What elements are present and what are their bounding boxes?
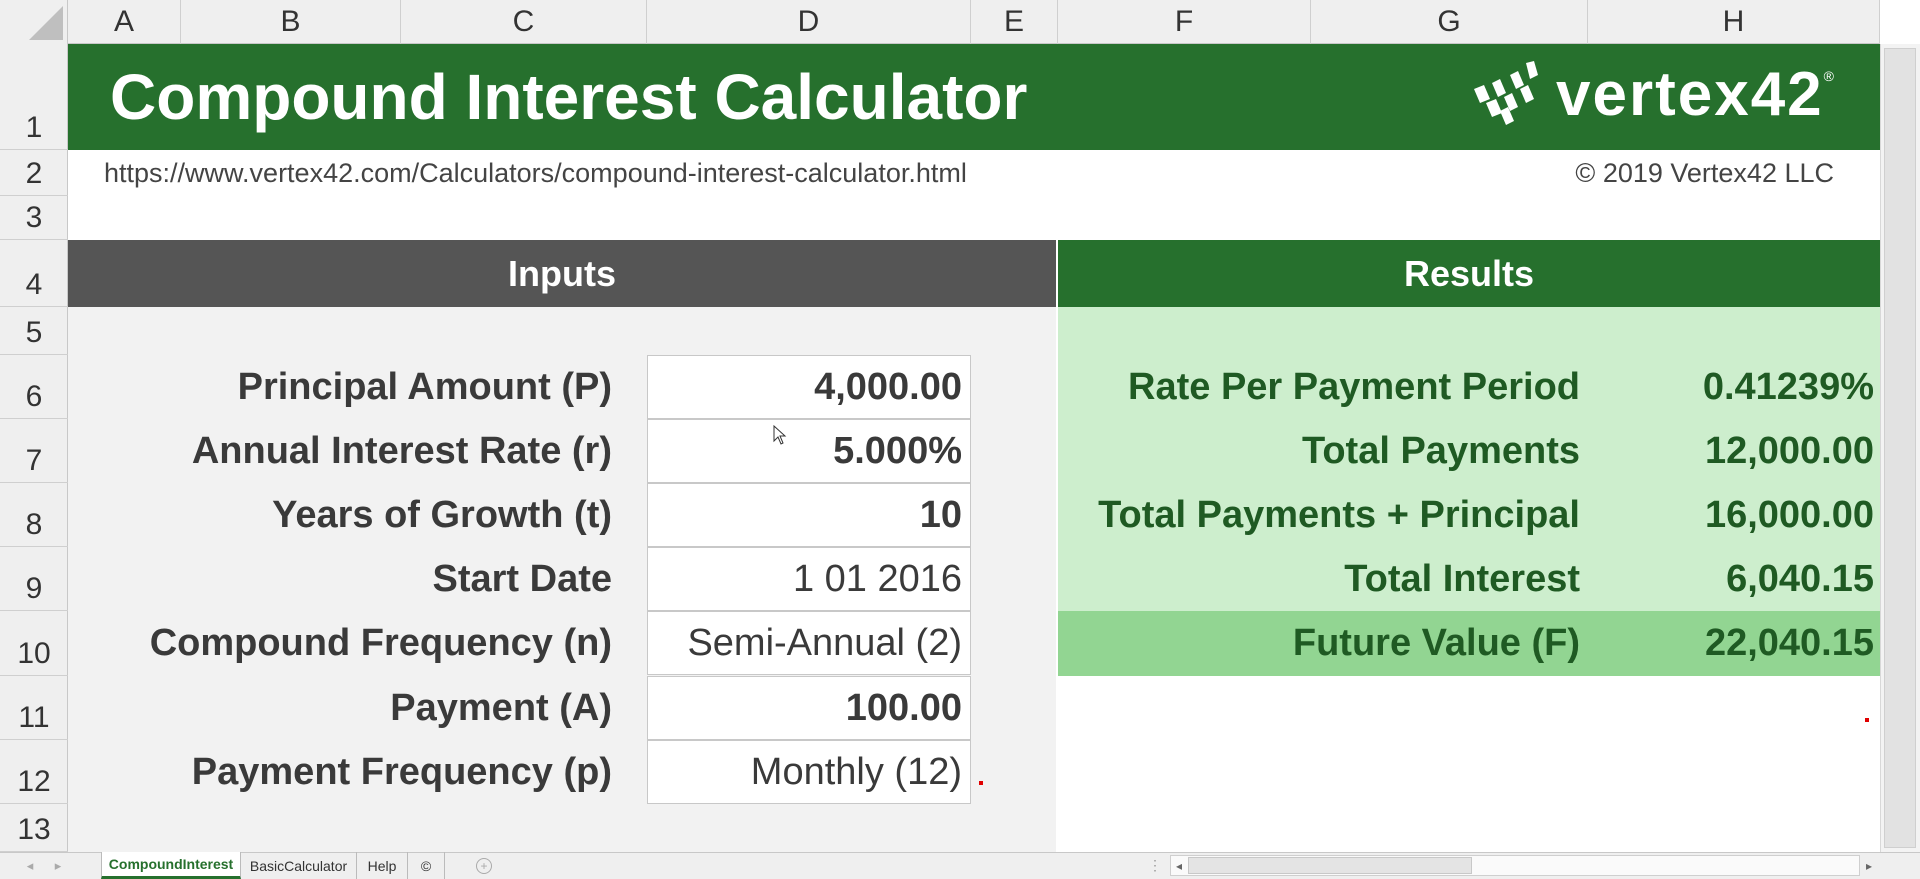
row-header-10[interactable]: 10	[0, 611, 68, 676]
payment-label: Payment (A)	[390, 686, 612, 729]
annual-interest-rate-label: Annual Interest Rate (r)	[191, 429, 612, 472]
column-header-d[interactable]: D	[647, 0, 971, 44]
sheet-tab-basiccalculator[interactable]: BasicCalculator	[241, 852, 357, 879]
years-of-growth-label: Years of Growth (t)	[272, 493, 612, 536]
add-sheet-button[interactable]: +	[470, 852, 498, 879]
column-header-g[interactable]: G	[1311, 0, 1588, 44]
copyright-text: © 2019 Vertex42 LLC	[1575, 158, 1834, 188]
tab-splitter-handle[interactable]: ⋮	[1148, 852, 1162, 879]
compound-frequency-label: Compound Frequency (n)	[149, 621, 612, 664]
sheet-tab-copyright[interactable]: ©	[408, 852, 445, 879]
sheet-tab-help[interactable]: Help	[357, 852, 408, 879]
column-header-c[interactable]: C	[401, 0, 647, 44]
scroll-tabs-right-icon[interactable]: ▸	[48, 852, 68, 879]
logo-wordmark: vertex42	[1556, 59, 1824, 129]
start-date-cell[interactable]: 1 01 2016	[647, 547, 971, 611]
logo-registered-mark: ®	[1823, 68, 1834, 84]
rate-per-period-label: Rate Per Payment Period	[1128, 365, 1580, 408]
rate-per-period-value[interactable]: 0.41239%	[1703, 355, 1874, 419]
vertex42-logo-icon	[1474, 61, 1538, 125]
row-header-11[interactable]: 11	[0, 676, 68, 740]
annual-interest-rate-cell[interactable]: 5.000%	[647, 419, 971, 483]
comment-indicator[interactable]	[979, 781, 983, 785]
sheet-title: Compound Interest Calculator	[110, 61, 1028, 133]
row-header-5[interactable]: 5	[0, 307, 68, 355]
total-interest-label: Total Interest	[1344, 557, 1580, 600]
row-header-4[interactable]: 4	[0, 240, 68, 307]
comment-indicator-results[interactable]	[1865, 718, 1869, 722]
total-interest-value[interactable]: 6,040.15	[1726, 547, 1874, 611]
column-header-a[interactable]: A	[68, 0, 181, 44]
payment-frequency-label: Payment Frequency (p)	[191, 750, 612, 793]
row-header-12[interactable]: 12	[0, 740, 68, 804]
inputs-header: Inputs	[68, 240, 1056, 307]
payment-cell[interactable]: 100.00	[647, 676, 971, 740]
plus-icon: +	[476, 857, 492, 874]
scroll-right-icon[interactable]: ▸	[1860, 855, 1878, 876]
vertex42-url-link[interactable]: https://www.vertex42.com/Calculators/com…	[104, 158, 967, 189]
years-of-growth-cell[interactable]: 10	[647, 483, 971, 547]
column-header-h[interactable]: H	[1588, 0, 1880, 44]
future-value-value[interactable]: 22,040.15	[1705, 611, 1874, 675]
compound-frequency-cell[interactable]: Semi-Annual (2)	[647, 611, 971, 675]
principal-amount-cell[interactable]: 4,000.00	[647, 355, 971, 419]
scroll-tabs-left-icon[interactable]: ◂	[20, 852, 40, 879]
row-header-6[interactable]: 6	[0, 355, 68, 419]
mouse-cursor-icon	[773, 425, 787, 445]
row-header-9[interactable]: 9	[0, 547, 68, 611]
total-payments-value[interactable]: 12,000.00	[1705, 419, 1874, 483]
column-header-f[interactable]: F	[1058, 0, 1311, 44]
row-header-1[interactable]: 1	[0, 44, 68, 150]
row-header-3[interactable]: 3	[0, 196, 68, 240]
future-value-label: Future Value (F)	[1292, 621, 1580, 664]
column-header-e[interactable]: E	[971, 0, 1058, 44]
vertex42-logo[interactable]: vertex42 ®	[1470, 52, 1834, 136]
row-header-8[interactable]: 8	[0, 483, 68, 547]
total-payments-principal-value[interactable]: 16,000.00	[1705, 483, 1874, 547]
principal-amount-label: Principal Amount (P)	[237, 365, 612, 408]
select-all-corner[interactable]	[0, 0, 68, 44]
column-header-b[interactable]: B	[181, 0, 401, 44]
sheet-tab-compoundinterest[interactable]: CompoundInterest	[101, 852, 241, 879]
payment-frequency-cell[interactable]: Monthly (12)	[647, 740, 971, 804]
vertical-scrollbar-thumb[interactable]	[1884, 48, 1916, 848]
horizontal-scrollbar-thumb[interactable]	[1188, 857, 1472, 874]
row-header-13[interactable]: 13	[0, 804, 68, 852]
results-header: Results	[1058, 240, 1880, 307]
start-date-label: Start Date	[432, 557, 613, 600]
scroll-left-icon[interactable]: ◂	[1170, 855, 1188, 876]
row-header-7[interactable]: 7	[0, 419, 68, 483]
total-payments-label: Total Payments	[1301, 429, 1580, 472]
row-header-2[interactable]: 2	[0, 150, 68, 196]
total-payments-principal-label: Total Payments + Principal	[1098, 493, 1580, 536]
